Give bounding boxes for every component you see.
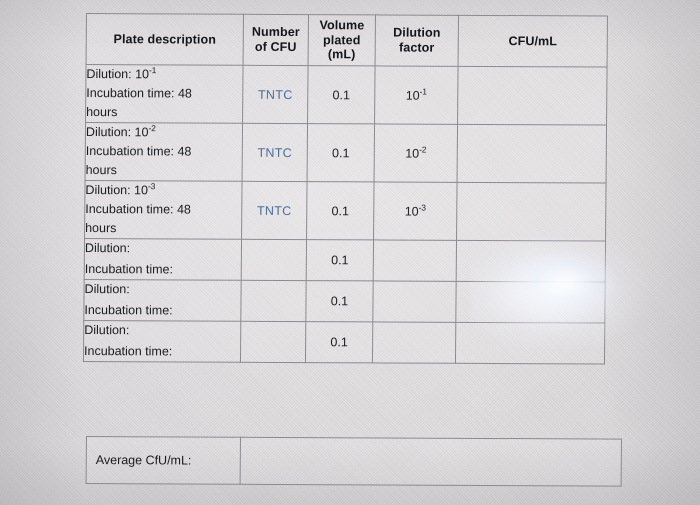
cell-volume-plated[interactable]: 0.1 <box>307 65 376 124</box>
cell-cfu-per-ml[interactable] <box>456 182 607 242</box>
cell-cfu-per-ml[interactable] <box>457 66 608 126</box>
exponent: -3 <box>418 201 426 213</box>
cell-dilution-factor[interactable] <box>373 239 457 282</box>
dilution-base: 10 <box>404 204 419 219</box>
cell-volume-plated[interactable]: 0.1 <box>306 239 374 281</box>
description-incubation-line-cont: hours <box>86 105 118 120</box>
description-incubation-line: Incubation time: 48 <box>85 144 192 159</box>
description-incubation-line: Incubation time: 48 <box>85 201 191 217</box>
cell-volume-plated[interactable]: 0.1 <box>305 321 373 363</box>
description-incubation-line: Incubation time: <box>84 302 173 318</box>
cell-number-of-cfu[interactable]: TNTC <box>242 65 309 124</box>
cell-number-of-cfu[interactable] <box>240 280 307 322</box>
column-header-volume-plated: Volume plated (mL) <box>308 14 376 66</box>
header-line: CFU/mL <box>508 33 558 48</box>
header-line: Dilution <box>393 25 441 40</box>
cell-dilution-factor[interactable] <box>372 280 457 323</box>
exponent: -1 <box>419 85 427 97</box>
average-box-wrapper: Average CfU/mL: <box>86 436 622 487</box>
cell-cfu-per-ml[interactable] <box>457 124 607 184</box>
column-header-number-of-cfu: Number of CFU <box>243 14 309 66</box>
average-cfu-table: Average CfU/mL: <box>86 436 622 487</box>
header-line: plated <box>322 32 361 47</box>
cell-plate-description[interactable]: Dilution: 10-3 Incubation time: 48 hours <box>84 180 243 240</box>
table-header: Plate description Number of CFU Volume p… <box>86 13 608 68</box>
cell-volume-plated[interactable]: 0.1 <box>305 280 374 322</box>
description-dilution-line: Dilution: 10-2 <box>85 123 156 140</box>
cell-plate-description[interactable]: Dilution: Incubation time: <box>83 320 241 363</box>
average-row: Average CfU/mL: <box>86 436 622 487</box>
cell-dilution-factor[interactable]: 10-1 <box>374 65 459 125</box>
column-header-cfu-per-ml: CFU/mL <box>458 15 608 68</box>
header-line: Number <box>251 25 300 40</box>
description-dilution-line: Dilution: <box>84 322 130 338</box>
exponent: -2 <box>148 123 156 134</box>
average-cfu-value-field[interactable] <box>240 437 622 487</box>
cell-dilution-factor[interactable]: 10-3 <box>373 181 458 241</box>
description-dilution-line: Dilution: <box>84 240 131 256</box>
worksheet-sheet: Plate description Number of CFU Volume p… <box>0 0 700 505</box>
table-row: Dilution: Incubation time: 0.1 <box>83 320 605 365</box>
table-header-row: Plate description Number of CFU Volume p… <box>86 13 608 68</box>
cell-number-of-cfu[interactable]: TNTC <box>242 123 308 182</box>
description-incubation-line: Incubation time: 48 <box>86 86 192 101</box>
description-dilution-line: Dilution: <box>84 281 130 297</box>
cell-plate-description[interactable]: Dilution: 10-1 Incubation time: 48 hours <box>85 64 244 124</box>
cell-number-of-cfu[interactable] <box>241 239 307 281</box>
table-row: Dilution: 10-2 Incubation time: 48 hours… <box>85 122 607 184</box>
table-body: Dilution: 10-1 Incubation time: 48 hours… <box>83 64 608 365</box>
table-row: Dilution: 10-1 Incubation time: 48 hours… <box>85 64 608 126</box>
description-incubation-line: Incubation time: <box>84 261 174 277</box>
cell-dilution-factor[interactable]: 10-2 <box>374 123 458 183</box>
plate-count-table: Plate description Number of CFU Volume p… <box>83 13 608 365</box>
table-row: Dilution: Incubation time: 0.1 <box>84 238 606 283</box>
plate-count-table-wrapper: Plate description Number of CFU Volume p… <box>83 13 608 365</box>
average-cfu-label: Average CfU/mL: <box>86 436 241 485</box>
exponent: -2 <box>419 143 427 155</box>
description-dilution-line: Dilution: 10-1 <box>86 65 157 82</box>
table-row: Dilution: 10-3 Incubation time: 48 hours… <box>84 180 607 242</box>
cell-plate-description[interactable]: Dilution: 10-2 Incubation time: 48 hours <box>85 122 243 182</box>
cell-number-of-cfu[interactable] <box>240 321 306 363</box>
exponent: -1 <box>149 65 157 76</box>
cell-volume-plated[interactable]: 0.1 <box>306 181 375 240</box>
cell-volume-plated[interactable]: 0.1 <box>307 123 375 182</box>
description-dilution-line: Dilution: 10-3 <box>85 181 156 198</box>
dilution-base: 10 <box>405 88 420 103</box>
header-line: Plate description <box>113 31 217 47</box>
description-incubation-line: Incubation time: <box>83 343 173 359</box>
cell-plate-description[interactable]: Dilution: Incubation time: <box>83 279 242 322</box>
header-line: factor <box>398 40 435 55</box>
cell-cfu-per-ml[interactable] <box>456 240 606 283</box>
description-incubation-line-cont: hours <box>85 220 117 236</box>
cell-plate-description[interactable]: Dilution: Incubation time: <box>84 238 242 281</box>
table-row: Dilution: Incubation time: 0.1 <box>83 279 606 324</box>
description-incubation-line-cont: hours <box>85 163 117 178</box>
header-line: Volume <box>319 18 365 33</box>
column-header-dilution-factor: Dilution factor <box>375 14 459 67</box>
cell-number-of-cfu[interactable]: TNTC <box>241 181 308 240</box>
header-line: (mL) <box>327 47 356 62</box>
cell-cfu-per-ml[interactable] <box>455 322 605 365</box>
column-header-plate-description: Plate description <box>86 13 244 66</box>
dilution-base: 10 <box>405 146 420 161</box>
exponent: -3 <box>147 181 156 192</box>
cell-dilution-factor[interactable] <box>372 321 456 364</box>
header-line: of CFU <box>254 39 297 55</box>
cell-cfu-per-ml[interactable] <box>455 281 606 324</box>
